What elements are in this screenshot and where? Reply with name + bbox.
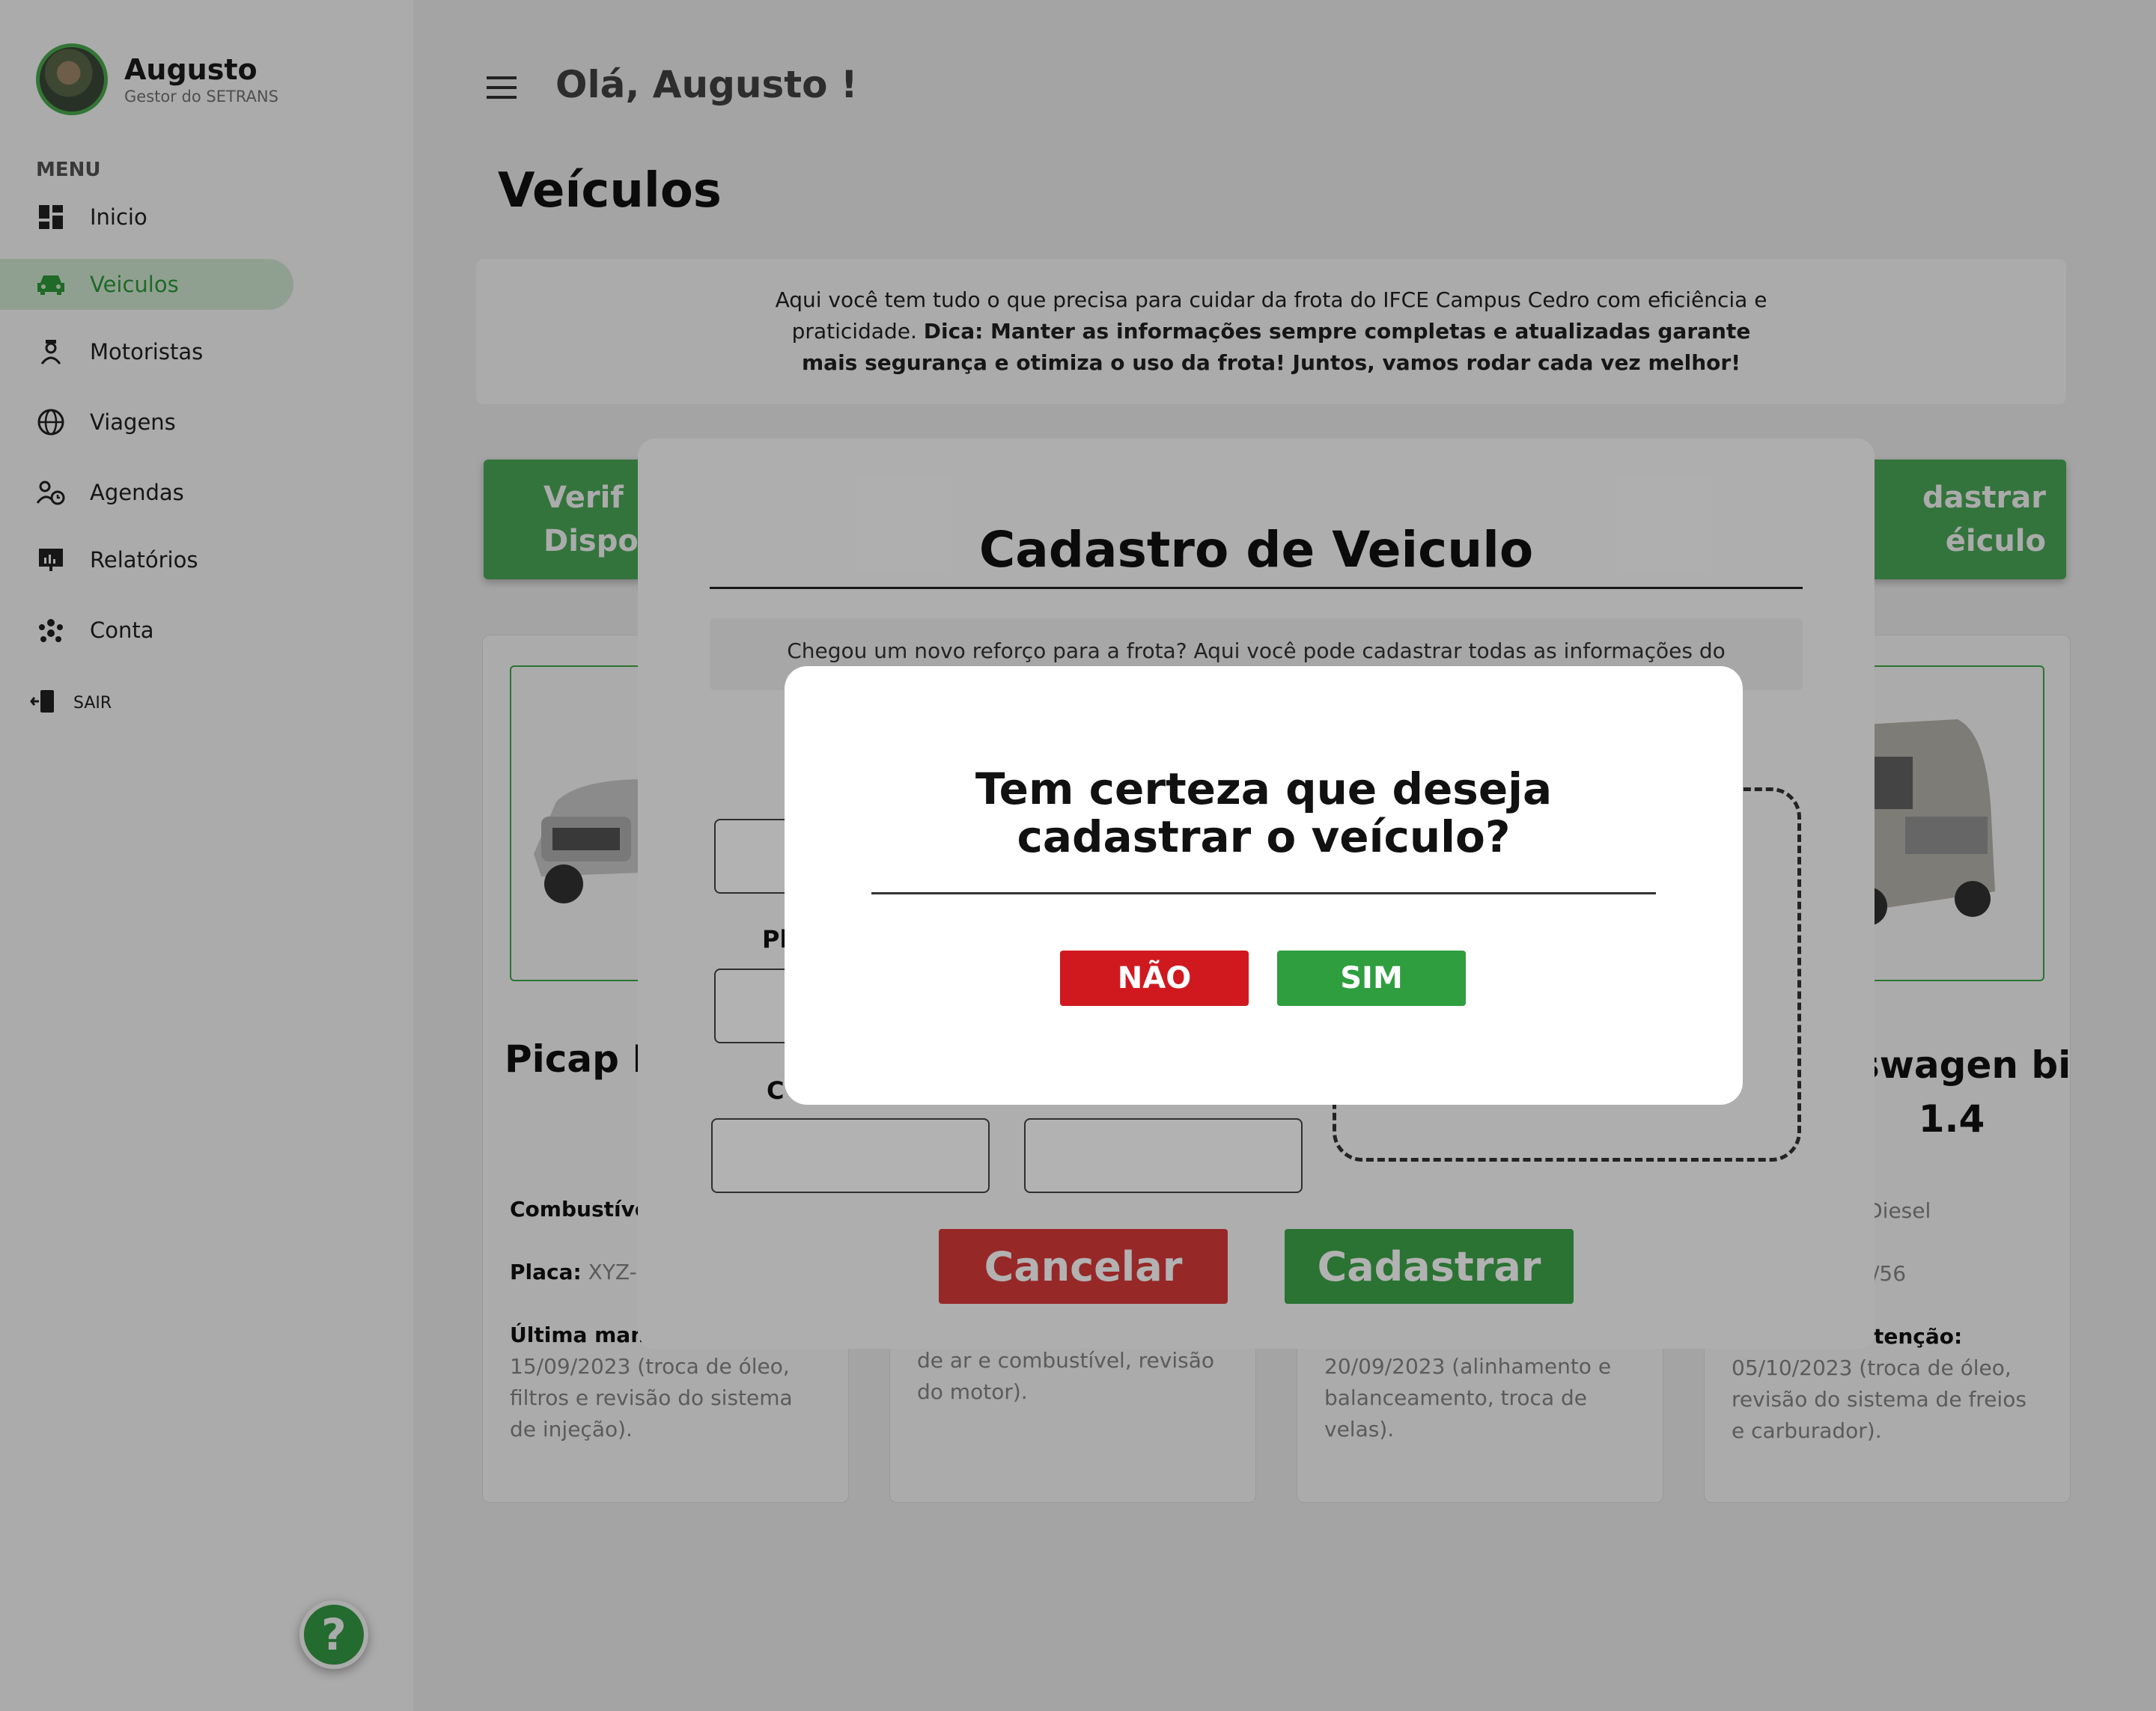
confirm-dialog: Tem certeza que deseja cadastrar o veícu… <box>785 666 1743 1105</box>
dialog-divider <box>871 892 1656 894</box>
no-button[interactable]: NÃO <box>1060 951 1249 1006</box>
dialog-title-line1: Tem certeza que deseja <box>975 763 1553 814</box>
dialog-title-line2: cadastrar o veículo? <box>1017 811 1511 862</box>
dialog-title: Tem certeza que deseja cadastrar o veícu… <box>785 765 1743 861</box>
yes-button[interactable]: SIM <box>1277 951 1466 1006</box>
